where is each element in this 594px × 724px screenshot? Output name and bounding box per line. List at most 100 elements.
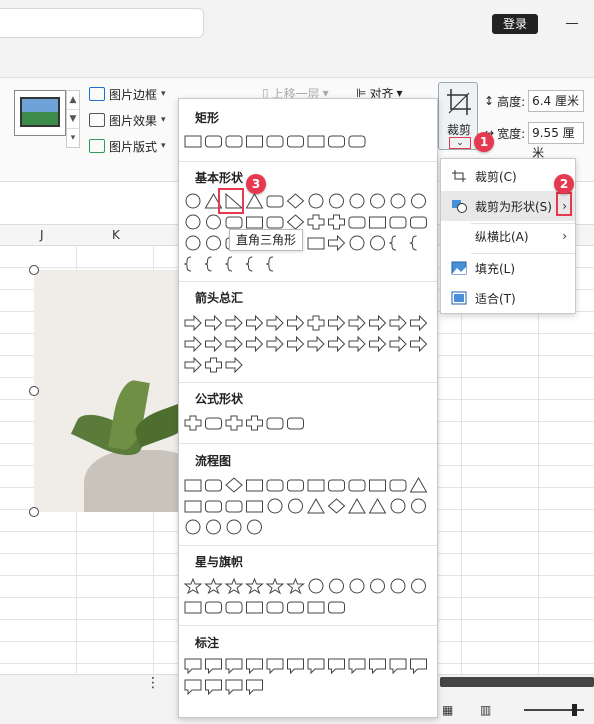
- shape-glyph[interactable]: [287, 135, 304, 148]
- shape-row-basic-2[interactable]: [181, 212, 437, 232]
- column-header-k[interactable]: K: [112, 228, 120, 242]
- shape-row-flow-2[interactable]: [181, 496, 437, 516]
- shape-glyph[interactable]: [266, 658, 284, 675]
- shape-glyph[interactable]: [328, 135, 345, 148]
- shape-glyph[interactable]: [287, 658, 304, 675]
- shape-glyph[interactable]: [369, 658, 386, 675]
- shape-glyph[interactable]: [390, 193, 406, 209]
- shape-glyph[interactable]: [369, 479, 386, 492]
- shape-glyph[interactable]: [184, 658, 202, 675]
- shape-glyph[interactable]: [409, 476, 428, 493]
- shape-glyph[interactable]: [328, 314, 346, 332]
- shape-row-arrows-1[interactable]: [181, 313, 437, 333]
- resize-handle[interactable]: [29, 507, 39, 517]
- shape-glyph[interactable]: [225, 314, 243, 332]
- shape-glyph[interactable]: [225, 216, 243, 229]
- menu-item-crop-to-shape[interactable]: 裁剪为形状(S) ›: [441, 191, 575, 221]
- shape-glyph[interactable]: [184, 479, 202, 492]
- shape-glyph[interactable]: [411, 193, 426, 209]
- page-view-icon[interactable]: ▥: [480, 703, 491, 717]
- shape-glyph[interactable]: [184, 356, 202, 374]
- shape-glyph[interactable]: [206, 235, 221, 251]
- shape-glyph[interactable]: [184, 135, 202, 148]
- shape-glyph[interactable]: [185, 214, 201, 230]
- shape-glyph[interactable]: [389, 216, 407, 229]
- login-button[interactable]: 登录: [492, 14, 538, 34]
- shape-row-equation[interactable]: [181, 413, 437, 433]
- shape-glyph[interactable]: [184, 314, 202, 332]
- shape-glyph[interactable]: [328, 234, 346, 252]
- shape-glyph[interactable]: [246, 216, 263, 229]
- shape-glyph[interactable]: [266, 601, 284, 614]
- shape-glyph[interactable]: [307, 214, 325, 230]
- shape-glyph[interactable]: [349, 193, 365, 209]
- shape-glyph[interactable]: [307, 658, 325, 675]
- shape-glyph[interactable]: [246, 500, 263, 513]
- shape-glyph[interactable]: [205, 417, 222, 430]
- normal-view-icon[interactable]: ▦: [442, 703, 453, 717]
- shape-glyph[interactable]: [286, 214, 305, 230]
- shape-glyph[interactable]: [206, 214, 221, 230]
- shape-glyph[interactable]: [185, 235, 201, 251]
- shape-row-basic-4[interactable]: [181, 254, 437, 274]
- shape-glyph[interactable]: [183, 256, 192, 272]
- shape-glyph[interactable]: [206, 519, 221, 535]
- shape-glyph[interactable]: [369, 335, 387, 353]
- shape-glyph[interactable]: [328, 601, 345, 614]
- shape-row-flow-3[interactable]: [181, 517, 437, 537]
- shape-glyph[interactable]: [328, 658, 345, 675]
- shape-glyph[interactable]: [265, 577, 285, 595]
- shape-row-arrows-2[interactable]: [181, 334, 437, 354]
- shape-glyph[interactable]: [246, 415, 263, 431]
- shape-glyph[interactable]: [389, 335, 407, 353]
- shape-glyph[interactable]: [288, 498, 303, 514]
- shape-glyph[interactable]: [205, 314, 223, 332]
- shape-glyph[interactable]: [388, 235, 397, 251]
- crop-button[interactable]: 裁剪 ⌄: [438, 82, 478, 150]
- shape-glyph[interactable]: [307, 497, 325, 514]
- shape-glyph[interactable]: [205, 679, 222, 696]
- shape-glyph[interactable]: [411, 498, 426, 514]
- shape-glyph[interactable]: [348, 135, 366, 148]
- shape-glyph[interactable]: [389, 658, 407, 675]
- scroll-down-icon[interactable]: ▼: [67, 110, 79, 129]
- shape-glyph[interactable]: [225, 415, 243, 431]
- shape-glyph[interactable]: [225, 477, 243, 493]
- shape-row-callouts-1[interactable]: [181, 656, 437, 676]
- shape-glyph[interactable]: [287, 335, 305, 353]
- shape-glyph[interactable]: [348, 479, 366, 492]
- shape-glyph[interactable]: [409, 235, 417, 251]
- shape-glyph[interactable]: [205, 601, 222, 614]
- shape-glyph[interactable]: [205, 500, 222, 513]
- shape-glyph[interactable]: [328, 214, 345, 230]
- shape-glyph[interactable]: [205, 658, 222, 675]
- shape-glyph[interactable]: [287, 314, 305, 332]
- shape-glyph[interactable]: [369, 314, 387, 332]
- shape-glyph[interactable]: [389, 479, 407, 492]
- resize-handle[interactable]: [29, 386, 39, 396]
- shape-glyph[interactable]: [287, 601, 304, 614]
- shape-glyph[interactable]: [246, 314, 264, 332]
- shape-glyph[interactable]: [307, 479, 325, 492]
- width-input[interactable]: 9.55 厘米: [528, 122, 585, 160]
- shape-glyph[interactable]: [287, 417, 304, 430]
- shape-glyph[interactable]: [185, 519, 201, 535]
- scroll-up-icon[interactable]: ▲: [67, 91, 79, 110]
- shape-glyph[interactable]: [266, 216, 284, 229]
- shape-glyph[interactable]: [225, 658, 243, 675]
- shape-glyph[interactable]: [266, 135, 284, 148]
- shape-glyph[interactable]: [287, 479, 304, 492]
- shape-glyph[interactable]: [410, 335, 428, 353]
- shape-glyph[interactable]: [308, 578, 324, 594]
- menu-item-fill[interactable]: 填充(L): [441, 253, 575, 283]
- shape-glyph[interactable]: [225, 135, 243, 148]
- shape-glyph[interactable]: [267, 498, 283, 514]
- shape-glyph[interactable]: [307, 601, 325, 614]
- shape-glyph[interactable]: [225, 500, 243, 513]
- horizontal-scrollbar[interactable]: [440, 677, 594, 687]
- shape-glyph[interactable]: [184, 679, 202, 696]
- gallery-expand-icon[interactable]: ▾: [67, 129, 79, 148]
- shape-glyph[interactable]: [226, 519, 242, 535]
- shape-row-callouts-2[interactable]: [181, 677, 437, 697]
- shape-glyph[interactable]: [204, 256, 212, 272]
